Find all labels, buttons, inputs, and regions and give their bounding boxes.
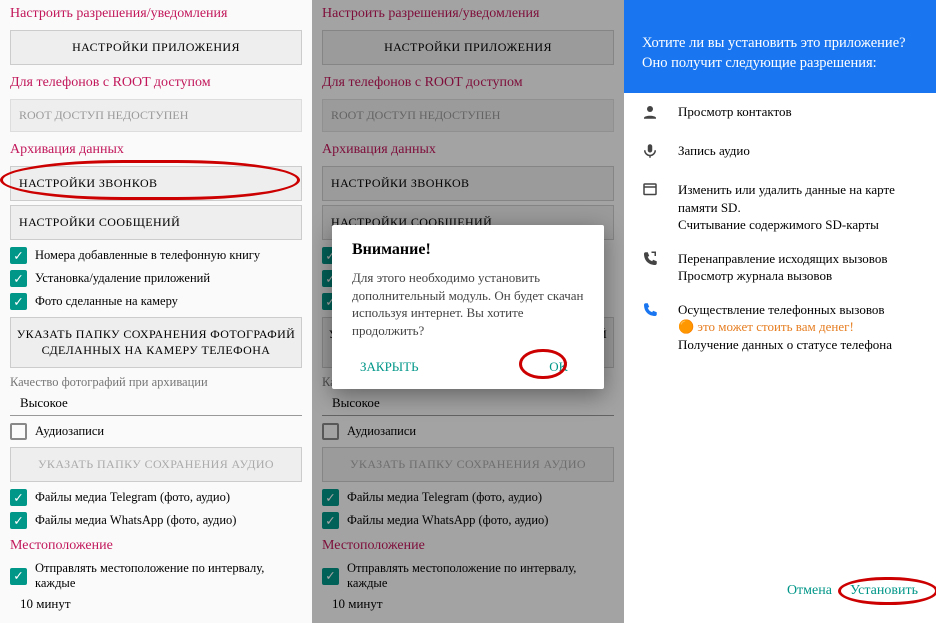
checkbox-row-contacts[interactable]: ✓Номера добавленные в телефонную книгу [0,244,312,267]
permission-text: Осуществление телефонных вызовов🟠 это мо… [678,301,920,354]
dialog-ok-button[interactable]: OK [533,355,584,379]
attention-dialog: Внимание! Для этого необходимо установит… [332,225,604,389]
checkbox-icon: ✓ [10,512,27,529]
install-prompt-panel: Хотите ли вы установить это приложение? … [624,0,936,623]
install-button[interactable]: Установить [850,583,918,599]
checkbox-icon: ✓ [10,489,27,506]
photo-folder-button[interactable]: УКАЗАТЬ ПАПКУ СОХРАНЕНИЯ ФОТОГРАФИЙ СДЕЛ… [10,317,302,368]
cancel-button[interactable]: Отмена [787,583,832,599]
checkbox-row-location[interactable]: ✓Отправлять местоположение по интервалу,… [0,558,312,594]
permission-text: Просмотр контактов [678,103,920,126]
permission-row: Изменить или удалить данные на карте пам… [624,171,936,240]
permission-row: Перенаправление исходящих вызововПросмот… [624,240,936,291]
checkbox-row-camera[interactable]: ✓Фото сделанные на камеру [0,290,312,313]
section-permissions: Настроить разрешения/уведомления [0,0,312,26]
settings-panel-middle: Настроить разрешения/уведомления НАСТРОЙ… [312,0,624,623]
permissions-list: Просмотр контактов Запись аудио Изменить и… [624,93,936,359]
root-status-field: ROOT ДОСТУП НЕДОСТУПЕН [10,99,302,132]
section-root: Для телефонов с ROOT доступом [0,69,312,95]
message-settings-button[interactable]: НАСТРОЙКИ СООБЩЕНИЙ [10,205,302,240]
mic-icon [640,142,660,165]
checkbox-icon: ✓ [10,568,27,585]
checkbox-icon: ✓ [10,293,27,310]
settings-panel-left: Настроить разрешения/уведомления НАСТРОЙ… [0,0,312,623]
location-interval-dropdown[interactable]: 10 минут [10,594,302,616]
audio-folder-button: УКАЗАТЬ ПАПКУ СОХРАНЕНИЯ АУДИО [10,447,302,482]
checkbox-icon [10,423,27,440]
checkbox-row-apps[interactable]: ✓Установка/удаление приложений [0,267,312,290]
checkbox-icon: ✓ [10,270,27,287]
checkbox-row-telegram[interactable]: ✓Файлы медиа Telegram (фото, аудио) [0,486,312,509]
permission-text: Запись аудио [678,142,920,165]
quality-label: Качество фотографий при архивации [0,372,312,393]
permission-row: Запись аудио [624,132,936,171]
permission-row: Осуществление телефонных вызовов🟠 это мо… [624,291,936,360]
permission-text: Перенаправление исходящих вызововПросмот… [678,250,920,285]
checkbox-row-whatsapp[interactable]: ✓Файлы медиа WhatsApp (фото, аудио) [0,509,312,532]
section-location: Местоположение [0,532,312,558]
checkbox-row-audio[interactable]: Аудиозаписи [0,420,312,443]
permission-row: Просмотр контактов [624,93,936,132]
quality-dropdown[interactable]: Высокое [10,393,302,416]
contacts-icon [640,103,660,126]
sd-icon [640,181,660,234]
dialog-close-button[interactable]: ЗАКРЫТЬ [352,355,427,379]
app-settings-button[interactable]: НАСТРОЙКИ ПРИЛОЖЕНИЯ [10,30,302,65]
permission-text: Изменить или удалить данные на карте пам… [678,181,920,234]
callfwd-icon [640,250,660,285]
checkbox-icon: ✓ [10,247,27,264]
phone-icon [640,301,660,354]
section-archive: Архивация данных [0,136,312,162]
call-settings-button[interactable]: НАСТРОЙКИ ЗВОНКОВ [10,166,302,201]
dialog-title: Внимание! [352,241,584,259]
dialog-body: Для этого необходимо установить дополнит… [352,269,584,339]
install-header: Хотите ли вы установить это приложение? … [624,0,936,93]
